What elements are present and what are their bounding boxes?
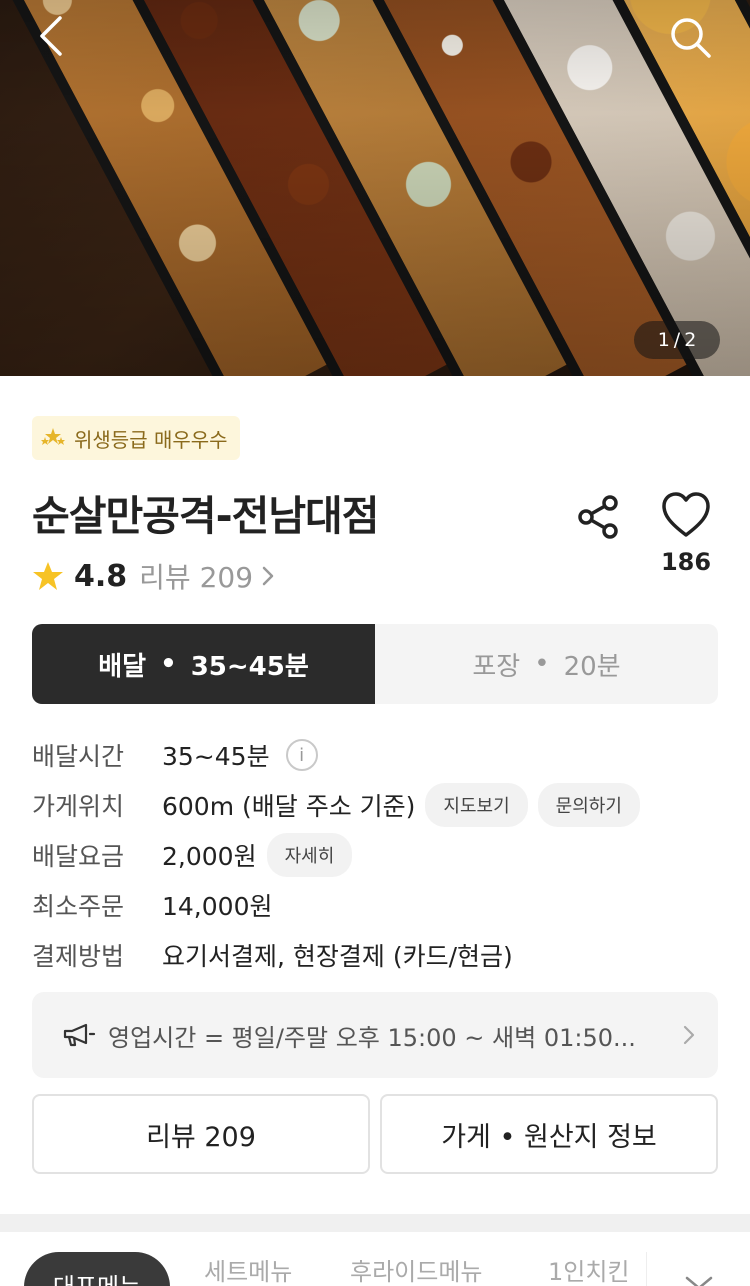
pickup-option[interactable]: 포장 • 20분	[375, 624, 718, 704]
chevron-left-icon	[40, 16, 62, 56]
chevron-right-icon	[262, 566, 274, 586]
detail-label: 배달시간	[32, 742, 125, 771]
pickup-label: 포장	[472, 651, 521, 682]
menu-tab-active[interactable]: 대표메뉴	[24, 1252, 170, 1286]
photo-pager: 1 / 2	[634, 321, 720, 359]
detail-label: 최소주문	[32, 892, 125, 921]
menu-tabs-expand-button[interactable]	[646, 1252, 750, 1286]
detail-value: 14,000원	[162, 892, 273, 921]
pager-total: 2	[684, 329, 697, 351]
detail-label: 가게위치	[32, 792, 125, 821]
separator-dot: •	[534, 649, 550, 679]
rating-row[interactable]: 4.8 리뷰 209	[32, 556, 275, 596]
action-buttons: 리뷰 209 가게 • 원산지 정보	[32, 1094, 718, 1174]
rating-score: 4.8	[74, 558, 128, 594]
detail-row-payment: 결제방법 요기서결제, 현장결제 (카드/현금)	[32, 930, 722, 980]
store-name: 순살만공격-전남대점	[32, 492, 379, 540]
detail-value: 요기서결제, 현장결제 (카드/현금)	[162, 942, 513, 971]
detail-label: 배달요금	[32, 842, 125, 871]
separator-dot: •	[160, 649, 177, 679]
delivery-time: 35~45분	[190, 651, 309, 682]
reviews-button[interactable]: 리뷰 209	[32, 1094, 370, 1174]
detail-label: 결제방법	[32, 942, 125, 971]
fee-detail-button[interactable]: 자세히	[266, 833, 353, 877]
detail-row-delivery-fee: 배달요금 2,000원 자세히	[32, 830, 722, 880]
share-icon	[578, 495, 618, 539]
detail-row-min-order: 최소주문 14,000원	[32, 880, 722, 930]
order-type-toggle: 배달 • 35~45분 포장 • 20분	[32, 624, 718, 704]
menu-tab[interactable]: 1인치킨	[548, 1252, 630, 1286]
menu-category-tabs: 대표메뉴 세트메뉴 후라이드메뉴 1인치킨	[0, 1232, 750, 1286]
store-details: 배달시간 35~45분 i 가게위치 600m (배달 주소 기준) 지도보기 …	[32, 730, 722, 980]
detail-value: 2,000원	[162, 842, 257, 871]
pickup-time: 20분	[563, 651, 621, 682]
store-info-button[interactable]: 가게 • 원산지 정보	[380, 1094, 718, 1174]
inquiry-button[interactable]: 문의하기	[537, 783, 640, 827]
hours-notice[interactable]: 영업시간 = 평일/주말 오후 15:00 ~ 새벽 01:50...	[32, 992, 718, 1078]
search-icon	[671, 18, 711, 58]
photo-shade	[0, 0, 750, 376]
detail-row-delivery-time: 배달시간 35~45분 i	[32, 730, 722, 780]
share-button[interactable]	[574, 492, 624, 542]
menu-tab[interactable]: 후라이드메뉴	[350, 1252, 482, 1286]
megaphone-icon	[63, 1023, 96, 1047]
menu-tab[interactable]: 세트메뉴	[204, 1252, 292, 1286]
pager-separator: /	[673, 329, 681, 351]
like-button[interactable]	[660, 490, 712, 542]
info-icon[interactable]: i	[285, 739, 318, 771]
map-button[interactable]: 지도보기	[425, 783, 528, 827]
detail-row-location: 가게위치 600m (배달 주소 기준) 지도보기 문의하기	[32, 780, 722, 830]
hygiene-label: 위생등급 매우우수	[74, 427, 228, 452]
delivery-label: 배달	[98, 651, 147, 682]
detail-value: 35~45분	[162, 742, 270, 771]
star-icon	[33, 562, 63, 590]
delivery-option[interactable]: 배달 • 35~45분	[32, 624, 375, 704]
back-button[interactable]	[34, 14, 74, 58]
search-button[interactable]	[666, 14, 714, 62]
heart-icon	[662, 492, 710, 537]
chevron-down-icon	[685, 1276, 713, 1286]
store-photo[interactable]: 1 / 2	[0, 0, 750, 376]
stars-icon	[41, 428, 65, 445]
chevron-right-icon	[683, 1025, 695, 1045]
hygiene-badge: 위생등급 매우우수	[32, 416, 240, 460]
review-link[interactable]: 리뷰 209	[139, 556, 253, 596]
detail-value: 600m (배달 주소 기준)	[162, 792, 416, 821]
pager-current: 1	[657, 329, 670, 351]
notice-text: 영업시간 = 평일/주말 오후 15:00 ~ 새벽 01:50...	[108, 1023, 636, 1052]
section-divider	[0, 1214, 750, 1232]
like-count: 186	[660, 548, 712, 576]
